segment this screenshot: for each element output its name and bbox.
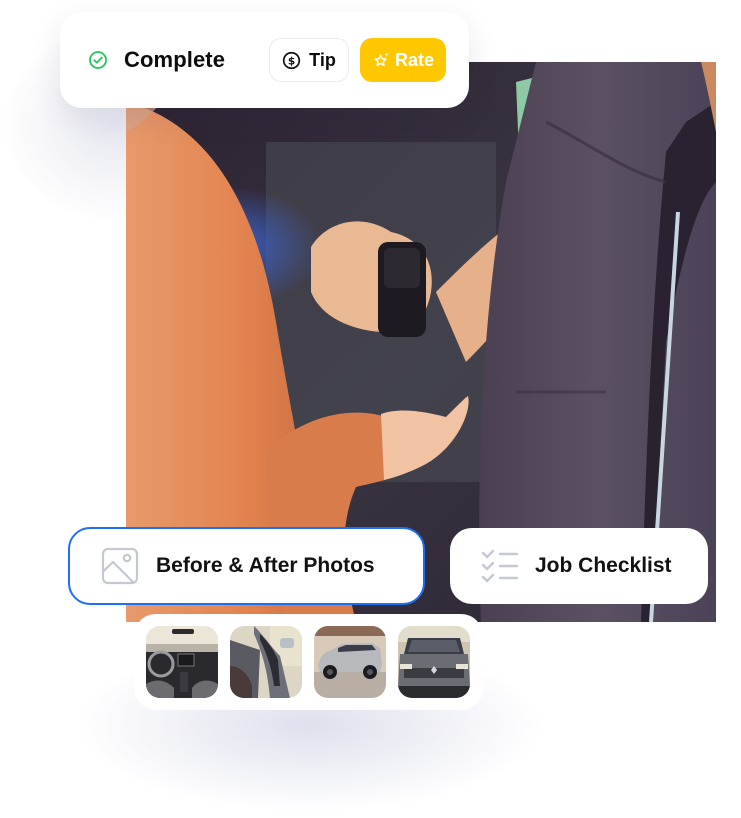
photo-thumbnail[interactable] bbox=[314, 626, 386, 698]
thumbnail-suv-side bbox=[314, 626, 386, 698]
image-icon bbox=[101, 547, 139, 585]
check-circle-icon bbox=[89, 51, 107, 69]
job-status-card: Complete $ Tip Rate bbox=[60, 12, 469, 108]
photo-thumbnail[interactable] bbox=[398, 626, 470, 698]
before-after-photos-label: Before & After Photos bbox=[156, 554, 375, 577]
status-label: Complete bbox=[124, 47, 226, 72]
photo-thumbnail[interactable] bbox=[230, 626, 302, 698]
rate-button-label: Rate bbox=[394, 49, 434, 70]
tip-button[interactable]: $ Tip bbox=[269, 38, 349, 82]
rate-button[interactable]: Rate bbox=[360, 38, 446, 82]
star-sparkle-icon bbox=[374, 51, 389, 66]
before-after-photos-tab[interactable]: Before & After Photos bbox=[68, 527, 425, 605]
thumbnail-open-door bbox=[230, 626, 302, 698]
dollar-circle-icon: $ bbox=[283, 51, 301, 69]
job-checklist-tab[interactable]: Job Checklist bbox=[450, 528, 708, 604]
checklist-icon bbox=[481, 549, 519, 583]
tip-button-label: Tip bbox=[309, 49, 336, 70]
photo-thumbnail[interactable] bbox=[146, 626, 218, 698]
svg-text:$: $ bbox=[288, 55, 295, 67]
job-checklist-label: Job Checklist bbox=[535, 554, 672, 577]
thumbnail-suv-front bbox=[398, 626, 470, 698]
thumbnail-interior-dashboard bbox=[146, 626, 218, 698]
photo-thumbnail-strip bbox=[134, 614, 483, 710]
